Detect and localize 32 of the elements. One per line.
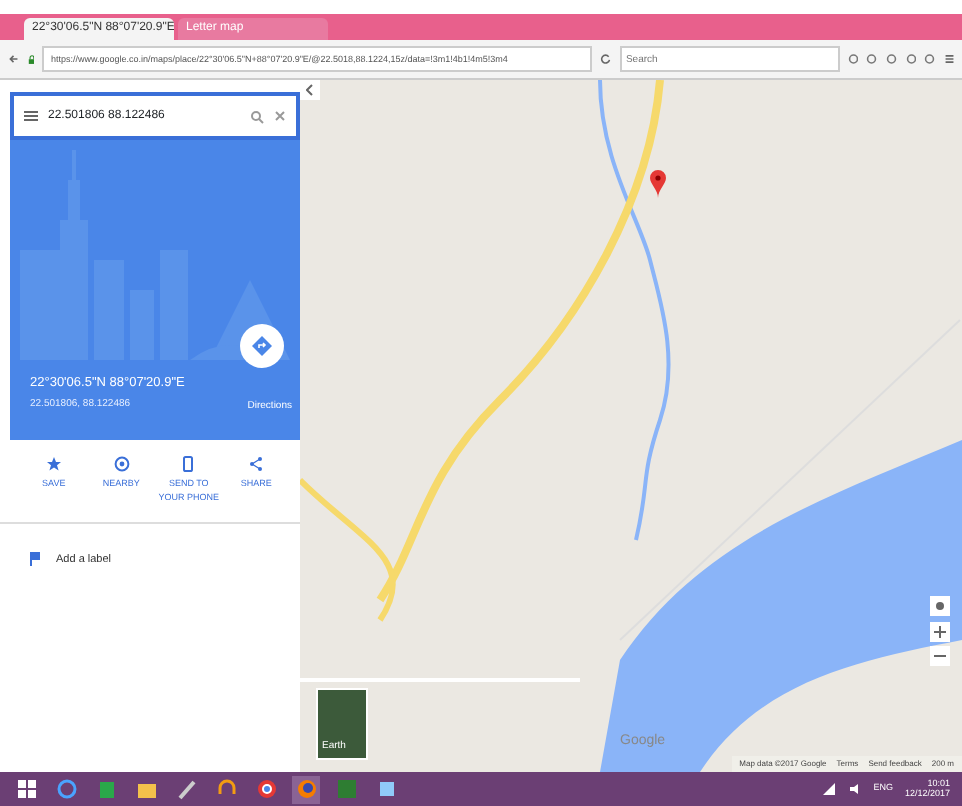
- lock-icon: [27, 53, 35, 65]
- star-icon: [45, 456, 62, 472]
- share-icon: [248, 456, 265, 472]
- browser-icon: [55, 778, 77, 800]
- headphones-icon: [215, 778, 237, 800]
- phone-icon: [180, 456, 197, 472]
- location-button[interactable]: [930, 596, 950, 616]
- zoom-in-button[interactable]: [930, 622, 950, 642]
- flag-icon: [30, 552, 40, 567]
- map-pin-icon[interactable]: [650, 170, 666, 198]
- back-icon[interactable]: [8, 52, 20, 66]
- close-icon[interactable]: [274, 110, 286, 122]
- zoom-in-icon: [932, 624, 948, 640]
- menu-icon[interactable]: [24, 110, 38, 122]
- reload-icon[interactable]: [600, 52, 612, 66]
- browser-icon: [295, 778, 317, 800]
- expand-panel-button[interactable]: [300, 80, 320, 100]
- directions-button[interactable]: [240, 324, 284, 368]
- browser-icon: [255, 778, 277, 800]
- zoom-out-button[interactable]: [930, 646, 950, 666]
- nearby-icon: [113, 456, 130, 472]
- caret-icon: [306, 84, 314, 96]
- location-icon: [932, 598, 948, 614]
- speaker-icon: [847, 782, 862, 796]
- signal-icon: [821, 782, 836, 796]
- windows-icon: [15, 778, 37, 800]
- folder-icon: [135, 778, 157, 800]
- taskbar-button[interactable]: [252, 775, 280, 803]
- directions-icon: [252, 336, 272, 356]
- menu-icon[interactable]: [943, 52, 955, 66]
- search-icon[interactable]: [250, 109, 264, 123]
- taskbar-button[interactable]: [12, 775, 40, 803]
